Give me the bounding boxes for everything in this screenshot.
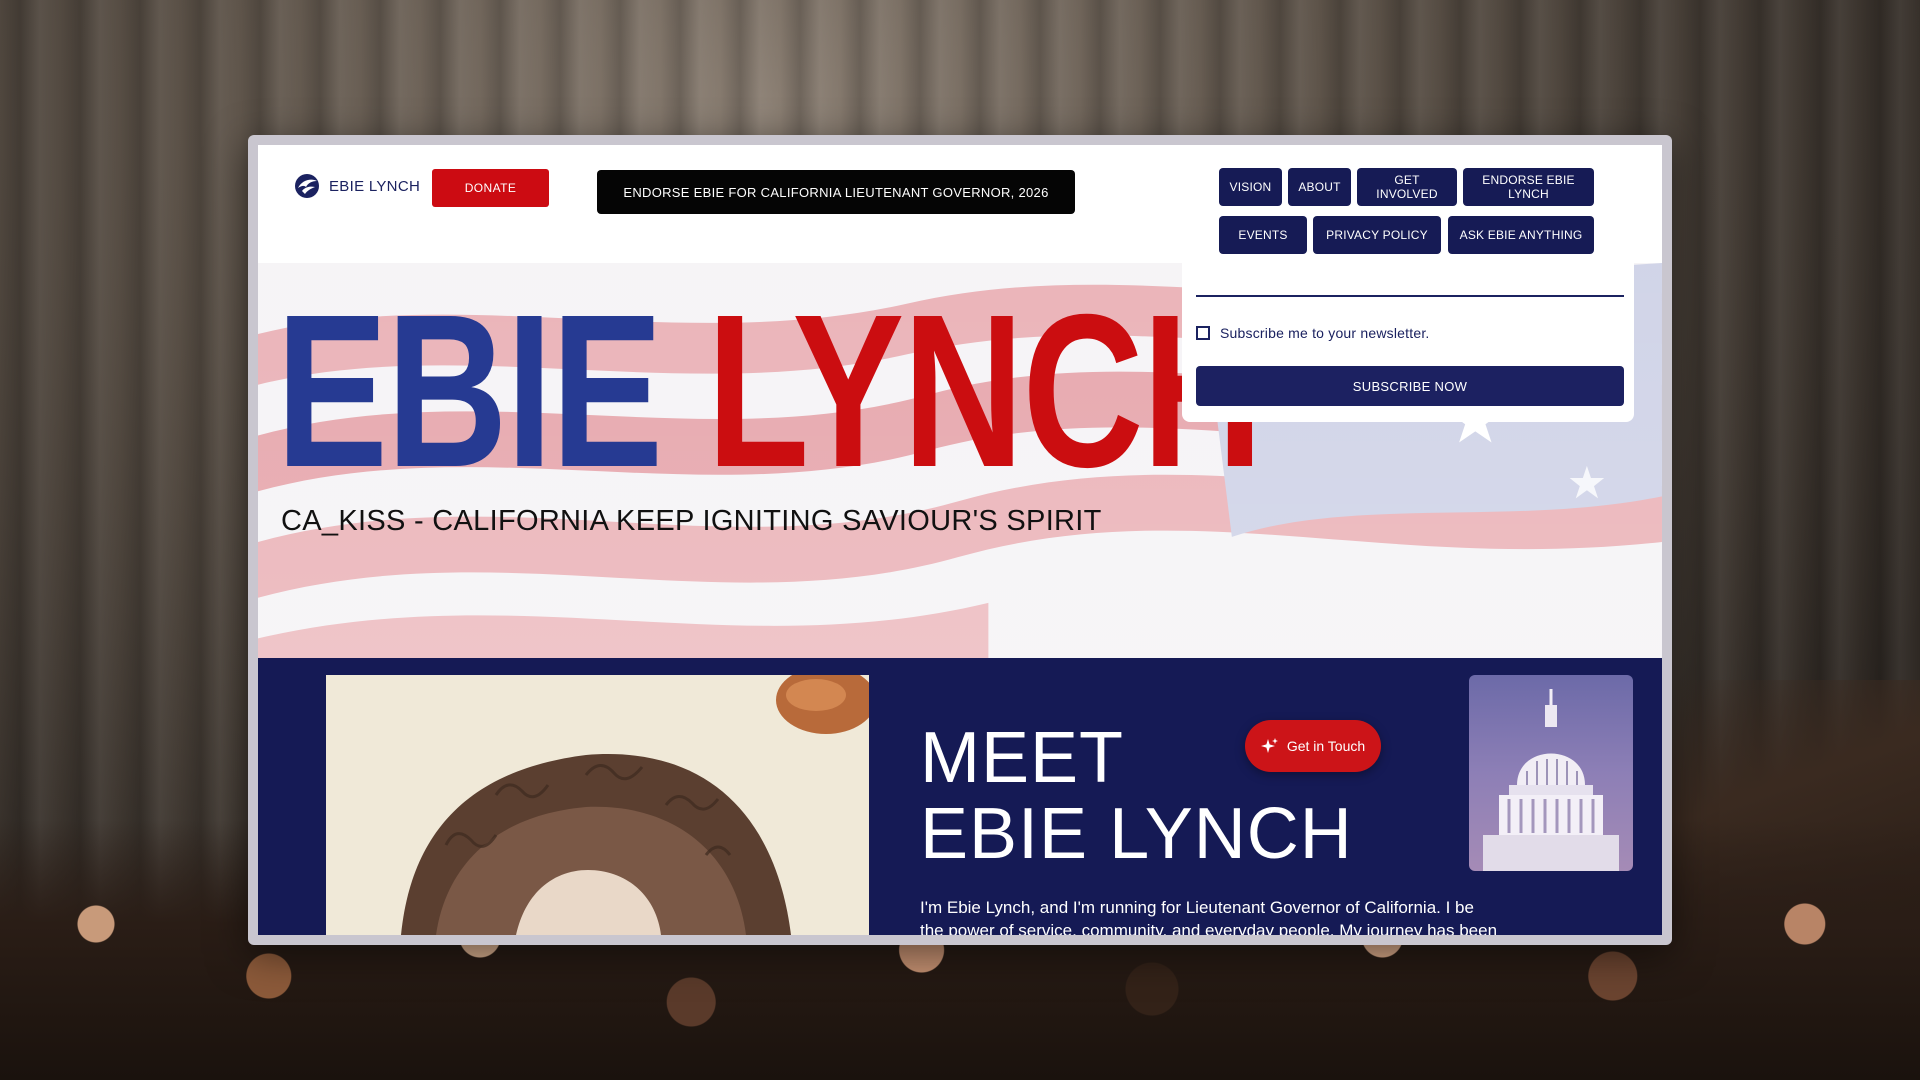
nav-ask-ebie-anything[interactable]: ASK EBIE ANYTHING [1448, 216, 1594, 254]
capitol-building-icon [1483, 689, 1619, 871]
nav-privacy-policy[interactable]: PRIVACY POLICY [1313, 216, 1441, 254]
meet-intro-text: I'm Ebie Lynch, and I'm running for Lieu… [920, 896, 1530, 935]
newsletter-form: Subscribe me to your newsletter. SUBSCRI… [1182, 263, 1634, 422]
sparkle-icon [1260, 738, 1278, 753]
newsletter-checkbox-label: Subscribe me to your newsletter. [1220, 325, 1430, 341]
get-in-touch-label: Get in Touch [1286, 738, 1366, 754]
meet-section: MEET EBIE LYNCH I'm Ebie Lynch, and I'm … [258, 658, 1662, 935]
newsletter-checkbox[interactable] [1196, 326, 1210, 340]
website-page: EBIE LYNCH DONATE ENDORSE EBIE FOR CALIF… [258, 145, 1662, 935]
hero-subtitle: CA_KISS - CALIFORNIA KEEP IGNITING SAVIO… [281, 505, 1102, 537]
eagle-logo-icon [295, 174, 319, 198]
donate-button[interactable]: DONATE [432, 169, 549, 207]
nav-vision[interactable]: VISION [1219, 168, 1282, 206]
site-logo[interactable]: EBIE LYNCH [293, 172, 420, 200]
endorse-banner-button[interactable]: ENDORSE EBIE FOR CALIFORNIA LIEUTENANT G… [597, 170, 1075, 214]
meet-body-line1: I'm Ebie Lynch, and I'm running for Lieu… [920, 898, 1474, 917]
meet-body-line2: the power of service, community, and eve… [920, 921, 1498, 935]
nav-get-involved[interactable]: GET INVOLVED [1357, 168, 1457, 206]
browser-frame: EBIE LYNCH DONATE ENDORSE EBIE FOR CALIF… [248, 135, 1672, 945]
subscribe-button[interactable]: SUBSCRIBE NOW [1196, 366, 1624, 406]
nav-about[interactable]: ABOUT [1288, 168, 1351, 206]
logo-text: EBIE LYNCH [329, 177, 421, 195]
capitol-image [1469, 675, 1633, 871]
email-input[interactable] [1196, 295, 1624, 297]
candidate-portrait [326, 675, 869, 935]
nav-endorse-ebie-lynch[interactable]: ENDORSE EBIE LYNCH [1463, 168, 1594, 206]
get-in-touch-button[interactable]: Get in Touch [1245, 720, 1381, 772]
hero-title-last: LYNCH [706, 270, 1264, 513]
hero-title: EBIE LYNCH [276, 283, 1263, 501]
nav-events[interactable]: EVENTS [1219, 216, 1307, 254]
meet-title-line2: EBIE LYNCH [920, 794, 1353, 874]
site-header: EBIE LYNCH DONATE ENDORSE EBIE FOR CALIF… [258, 145, 1662, 263]
newsletter-checkbox-row[interactable]: Subscribe me to your newsletter. [1196, 325, 1430, 341]
portrait-image [326, 675, 869, 935]
hero-title-first: EBIE [276, 270, 663, 513]
hero-section: EBIE LYNCH CA_KISS - CALIFORNIA KEEP IGN… [258, 263, 1662, 658]
